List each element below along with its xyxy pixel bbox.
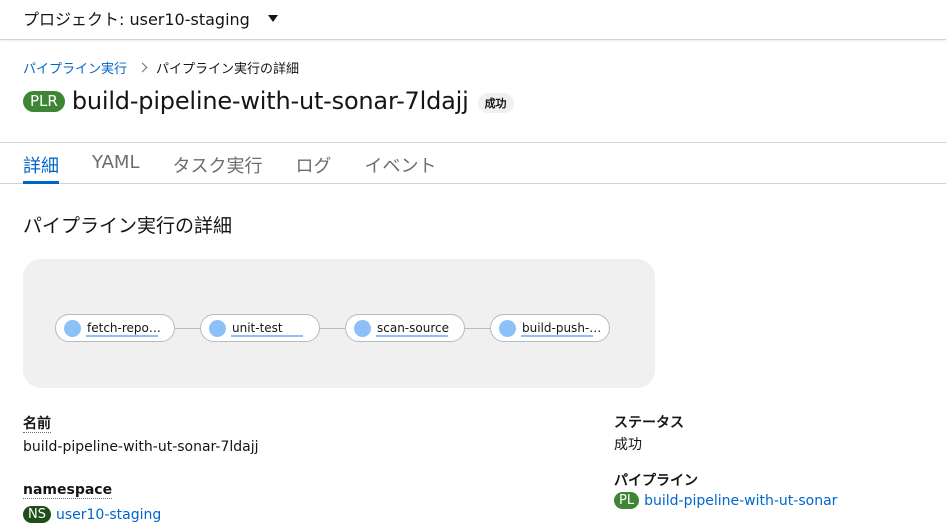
namespace-label: namespace [23, 482, 113, 499]
project-selector-label: プロジェクト: user10-staging [23, 9, 250, 29]
project-selector[interactable]: プロジェクト: user10-staging [23, 6, 278, 30]
pipeline-badge: PL [614, 492, 640, 509]
tab-logs[interactable]: ログ [295, 143, 331, 183]
pipeline-edge [320, 328, 345, 329]
name-value: build-pipeline-with-ut-sonar-7ldajj [23, 439, 259, 455]
pipeline-node-scan-source[interactable]: scan-source [345, 314, 465, 342]
pipeline-node-label: build-push-image [522, 321, 602, 335]
namespace-link[interactable]: user10-staging [56, 507, 161, 523]
task-status-icon [209, 319, 226, 337]
task-progress-underline [376, 335, 448, 337]
task-status-icon [64, 319, 81, 337]
caret-down-icon [267, 15, 278, 22]
pipeline-edge [175, 328, 200, 329]
status-label: ステータス [614, 415, 684, 431]
chevron-right-icon [137, 62, 148, 73]
status-value: 成功 [614, 437, 642, 453]
namespace-badge: NS [23, 506, 51, 523]
task-progress-underline [231, 335, 303, 337]
pipeline-node-label: scan-source [377, 321, 449, 335]
pipeline-link[interactable]: build-pipeline-with-ut-sonar [644, 493, 837, 509]
tab-events[interactable]: イベント [364, 143, 436, 183]
task-progress-underline [86, 335, 158, 337]
task-status-icon [499, 319, 516, 337]
name-label: 名前 [23, 413, 51, 433]
resource-badge: PLR [23, 90, 65, 112]
pipeline-edge [465, 328, 490, 329]
namespace-value: NS user10-staging [23, 506, 161, 523]
pipeline-node-label: fetch-repository [87, 321, 167, 335]
pipeline-topology: fetch-repository unit-test scan-source b… [23, 259, 655, 388]
task-progress-underline [521, 335, 593, 337]
pipeline-value: PL build-pipeline-with-ut-sonar [614, 492, 837, 509]
section-title: パイプライン実行の詳細 [23, 215, 233, 237]
pipeline-node-build-push-image[interactable]: build-push-image [490, 314, 610, 342]
tab-yaml[interactable]: YAML [92, 143, 139, 183]
namespace-label-text: namespace [23, 482, 113, 499]
status-badge: 成功 [477, 93, 514, 113]
pipeline-node-unit-test[interactable]: unit-test [200, 314, 320, 342]
project-bar: プロジェクト: user10-staging [0, 0, 946, 40]
breadcrumb: パイプライン実行 パイプライン実行の詳細 [23, 58, 299, 77]
pipeline-label: パイプライン [614, 473, 698, 489]
pipeline-node-label: unit-test [232, 321, 283, 335]
breadcrumb-link-pipeline-runs[interactable]: パイプライン実行 [23, 58, 127, 77]
task-status-icon [354, 319, 371, 337]
title-row: PLR build-pipeline-with-ut-sonar-7ldajj … [23, 87, 514, 115]
pipeline-node-fetch-repository[interactable]: fetch-repository [55, 314, 175, 342]
breadcrumb-current: パイプライン実行の詳細 [156, 62, 300, 77]
tab-bar: 詳細 YAML タスク実行 ログ イベント [0, 143, 946, 184]
tab-task-runs[interactable]: タスク実行 [172, 143, 262, 183]
tab-details[interactable]: 詳細 [23, 143, 59, 184]
name-label-text: 名前 [23, 416, 51, 433]
page-title: build-pipeline-with-ut-sonar-7ldajj [71, 87, 469, 115]
